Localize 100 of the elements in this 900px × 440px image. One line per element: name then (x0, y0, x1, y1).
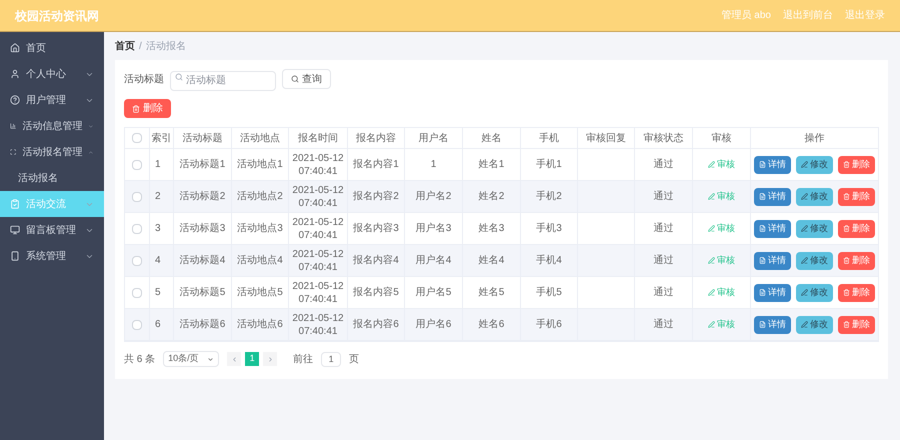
chevron-left-icon (230, 356, 238, 362)
table-cell: 报名内容3 (353, 222, 399, 235)
page-button[interactable]: 1 (245, 352, 260, 366)
pen-icon (708, 321, 715, 328)
detail-button[interactable]: 详情 (754, 252, 791, 270)
pen-icon (708, 257, 715, 264)
checkbox[interactable] (132, 288, 142, 298)
table-cell: 通过 (654, 222, 674, 235)
edit-button[interactable]: 修改 (796, 220, 833, 238)
edit-button[interactable]: 修改 (796, 188, 833, 206)
table-cell: 手机1 (536, 158, 562, 171)
trash-icon (843, 193, 850, 200)
table-cell: 姓名3 (478, 222, 504, 235)
checkbox[interactable] (132, 133, 142, 143)
sidebar-item[interactable]: 用户管理 (0, 87, 104, 113)
table-cell: 手机5 (536, 286, 562, 299)
review-link[interactable]: 审核 (708, 222, 735, 236)
home-icon (10, 43, 20, 53)
search-icon (291, 75, 299, 83)
trash-icon (843, 257, 850, 264)
delete-button[interactable]: 删除 (838, 220, 875, 238)
review-link[interactable]: 审核 (708, 190, 735, 204)
checkbox[interactable] (132, 320, 142, 330)
user-icon (10, 69, 20, 79)
page-size-select[interactable]: 10条/页 (163, 351, 220, 367)
table-cell: 活动地点4 (237, 254, 283, 267)
table-cell: 活动标题5 (180, 286, 226, 299)
checkbox[interactable] (132, 256, 142, 266)
column-header: 报名时间 (298, 132, 338, 146)
circle-icon (10, 95, 20, 105)
goto-suffix: 页 (349, 352, 360, 366)
review-link[interactable]: 审核 (708, 158, 735, 172)
sidebar-item[interactable]: 个人中心 (0, 61, 104, 87)
table-cell: 通过 (654, 318, 674, 331)
column-header: 操作 (804, 132, 824, 146)
table-cell: 3 (155, 222, 161, 235)
column-header: 用户名 (418, 132, 448, 146)
trash-icon (843, 289, 850, 296)
sidebar-item[interactable]: 留言板管理 (0, 217, 104, 243)
search-button[interactable]: 查询 (282, 69, 331, 89)
sidebar-item[interactable]: 首页 (0, 35, 104, 61)
column-header: 审核 (712, 132, 732, 146)
edit-button[interactable]: 修改 (796, 284, 833, 302)
checkbox[interactable] (132, 192, 142, 202)
column-header: 索引 (152, 132, 172, 146)
breadcrumb-link[interactable]: 首页 (115, 38, 135, 54)
chevron-right-icon (266, 356, 274, 362)
pen-icon (801, 289, 808, 296)
column-header: 姓名 (482, 132, 502, 146)
next-page-button[interactable] (263, 352, 278, 366)
delete-button[interactable]: 删除 (838, 284, 875, 302)
edit-button[interactable]: 修改 (796, 252, 833, 270)
table-cell: 活动标题4 (180, 254, 226, 267)
review-link[interactable]: 审核 (708, 318, 735, 332)
table-cell: 2 (155, 190, 161, 203)
table-cell: 姓名6 (478, 318, 504, 331)
pen-icon (708, 161, 715, 168)
document-icon (759, 257, 766, 264)
trash-icon (132, 104, 140, 112)
checkbox[interactable] (132, 224, 142, 234)
table-cell: 活动地点5 (237, 286, 283, 299)
search-field[interactable]: 活动标题 (170, 70, 276, 90)
pen-icon (801, 161, 808, 168)
review-link[interactable]: 审核 (708, 254, 735, 268)
goto-label: 前往 (293, 352, 314, 366)
bulk-delete-button[interactable]: 删除 (124, 99, 171, 118)
detail-button[interactable]: 详情 (754, 156, 791, 174)
page-input[interactable]: 1 (321, 352, 342, 366)
sidebar-item[interactable]: 系统管理 (0, 243, 104, 269)
delete-button[interactable]: 删除 (838, 156, 875, 174)
sidebar-item[interactable]: 活动信息管理 (0, 113, 104, 139)
table-cell: 通过 (654, 254, 674, 267)
delete-button[interactable]: 删除 (838, 316, 875, 334)
checkbox[interactable] (132, 160, 142, 170)
detail-button[interactable]: 详情 (754, 188, 791, 206)
delete-button[interactable]: 删除 (838, 188, 875, 206)
total-count: 共 6 条 (124, 352, 156, 366)
table-cell: 手机6 (536, 318, 562, 331)
prev-page-button[interactable] (227, 352, 242, 366)
detail-button[interactable]: 详情 (754, 220, 791, 238)
table-cell: 活动标题3 (180, 222, 226, 235)
table-cell: 2021-05-12 07:40:41 (291, 216, 345, 242)
phone-icon (10, 251, 20, 261)
document-icon (759, 321, 766, 328)
table-cell: 活动标题1 (180, 158, 226, 171)
sidebar-item[interactable]: 活动报名管理 (0, 139, 104, 165)
detail-button[interactable]: 详情 (754, 316, 791, 334)
table-cell: 用户名4 (416, 254, 452, 267)
table-cell: 4 (155, 254, 161, 267)
detail-button[interactable]: 详情 (754, 284, 791, 302)
document-icon (759, 225, 766, 232)
delete-button[interactable]: 删除 (838, 252, 875, 270)
column-header: 审核状态 (644, 132, 684, 146)
table-cell: 姓名4 (478, 254, 504, 267)
edit-button[interactable]: 修改 (796, 156, 833, 174)
review-link[interactable]: 审核 (708, 286, 735, 300)
edit-button[interactable]: 修改 (796, 316, 833, 334)
sidebar-item[interactable]: 活动报名 (0, 165, 104, 191)
column-header: 活动地点 (240, 132, 280, 146)
table-cell: 5 (155, 286, 161, 299)
